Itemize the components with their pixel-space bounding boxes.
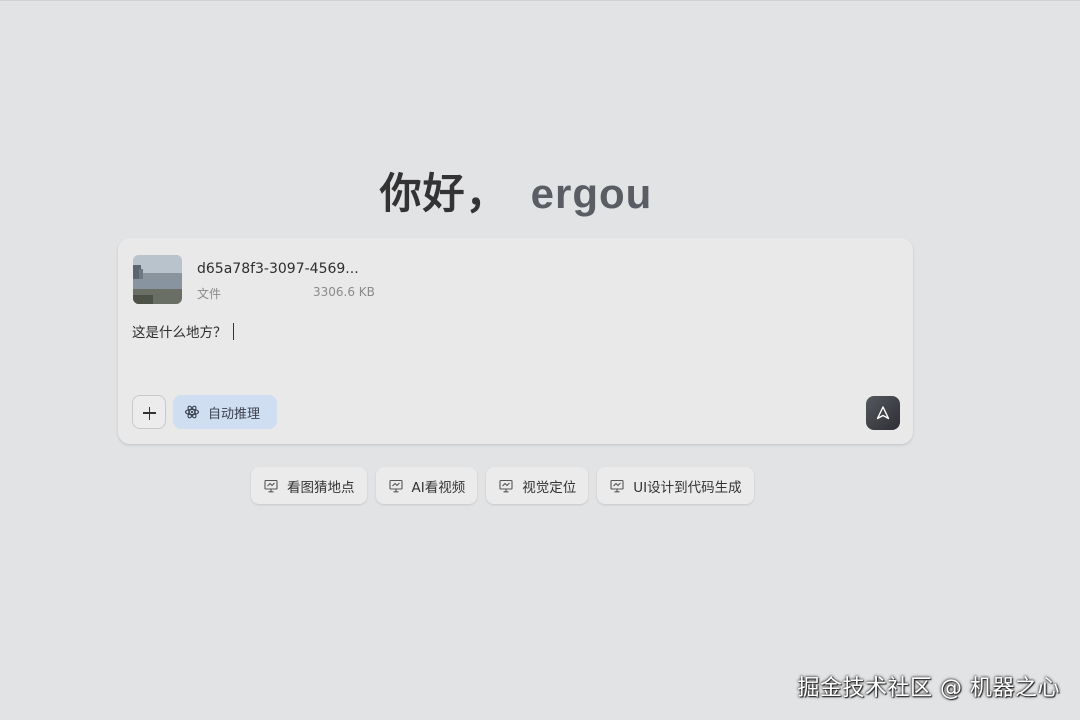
add-attachment-button[interactable] [132, 395, 166, 429]
greeting-username: ergou [530, 170, 653, 217]
chat-composer: d65a78f3-3097-4569... 文件 3306.6 KB 这是什么地… [118, 238, 913, 444]
top-divider [0, 0, 1080, 1]
presentation-icon [499, 479, 513, 492]
attachment-file-type: 文件 [197, 287, 222, 301]
suggestion-chip-label: 视觉定位 [522, 479, 577, 496]
prompt-input-text: 这是什么地方？ [132, 325, 227, 341]
presentation-icon [610, 479, 624, 492]
auto-reasoning-label: 自动推理 [208, 406, 261, 422]
file-attachment[interactable]: d65a78f3-3097-4569... 文件 3306.6 KB [133, 255, 375, 305]
suggestion-chip-label: AI看视频 [411, 479, 466, 496]
greeting-heading: 你好， ergou [0, 160, 1032, 221]
presentation-icon [388, 479, 403, 492]
send-button[interactable] [866, 396, 900, 430]
suggestion-chip-label: 看图猜地点 [287, 479, 355, 496]
atom-icon [184, 405, 200, 419]
suggestion-chip-visual-grounding[interactable]: 视觉定位 [486, 467, 589, 504]
suggestion-chips: 看图猜地点 AI看视频 视觉定位 UI设计到代码生成 [251, 467, 754, 505]
suggestion-chip-label: UI设计到代码生成 [633, 479, 742, 496]
suggestion-chip-ai-video[interactable]: AI看视频 [375, 467, 478, 504]
image-thumbnail [133, 255, 182, 304]
greeting-hello: 你好， [379, 169, 509, 218]
attachment-file-name: d65a78f3-3097-4569... [197, 261, 359, 277]
suggestion-chip-ui-to-code[interactable]: UI设计到代码生成 [597, 467, 754, 504]
watermark-text: 掘金技术社区 @ 机器之心 [797, 676, 1060, 701]
presentation-icon [264, 479, 278, 492]
attachment-file-size: 3306.6 KB [313, 285, 375, 299]
text-caret [232, 323, 234, 340]
auto-reasoning-button[interactable]: 自动推理 [173, 395, 277, 429]
suggestion-chip-guess-location[interactable]: 看图猜地点 [251, 467, 367, 504]
prompt-input[interactable]: 这是什么地方？ [132, 321, 234, 341]
send-icon [876, 406, 890, 420]
